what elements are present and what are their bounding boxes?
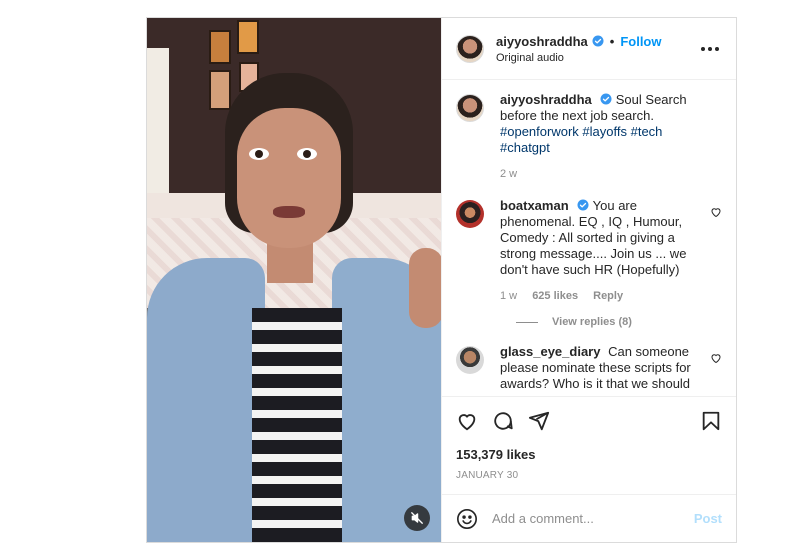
- save-bookmark-icon[interactable]: [700, 410, 722, 432]
- comment-username[interactable]: glass_eye_diary: [500, 344, 600, 359]
- action-icons: [456, 405, 722, 437]
- post-header: aiyyoshraddha • Follow Original audio: [442, 18, 736, 80]
- post-date[interactable]: JANUARY 30: [456, 470, 722, 481]
- comment-username[interactable]: boatxaman: [500, 198, 569, 213]
- view-replies-line: [516, 321, 538, 323]
- hashtag-link[interactable]: #layoffs: [582, 124, 627, 139]
- caption-author-avatar[interactable]: [456, 94, 484, 122]
- comment-body: glass_eye_diary Can someone please nomin…: [500, 344, 722, 392]
- comment-bubble-icon[interactable]: [492, 410, 514, 432]
- hashtag-link[interactable]: #tech: [631, 124, 663, 139]
- comment-body: boatxaman You are phenomenal. EQ , IQ , H…: [500, 198, 722, 304]
- header-text: aiyyoshraddha • Follow Original audio: [496, 34, 698, 64]
- verified-badge-icon: [592, 35, 604, 47]
- author-username[interactable]: aiyyoshraddha: [496, 34, 588, 49]
- post-video[interactable]: [147, 18, 441, 542]
- comment-meta: 1 w 625 likes Reply: [500, 288, 704, 304]
- verified-badge-icon: [577, 199, 589, 211]
- emoji-icon[interactable]: [456, 508, 478, 530]
- post-actions: 153,379 likes JANUARY 30: [442, 396, 736, 494]
- hashtag-link[interactable]: #openforwork: [500, 124, 579, 139]
- caption-meta: 2 w: [500, 166, 704, 182]
- comment-like-heart-icon[interactable]: [710, 352, 722, 364]
- person-face: [237, 108, 341, 248]
- add-comment-bar: Post: [442, 494, 736, 542]
- post-comment-button[interactable]: Post: [694, 511, 722, 526]
- like-heart-icon[interactable]: [456, 410, 478, 432]
- reply-button[interactable]: Reply: [593, 290, 623, 302]
- video-person: [147, 18, 441, 542]
- person-jacket: [147, 258, 265, 542]
- header-separator: •: [609, 33, 615, 49]
- comment-input[interactable]: [492, 511, 694, 526]
- caption-body: aiyyoshraddha Soul Search before the next…: [500, 92, 722, 182]
- follow-button[interactable]: Follow: [620, 34, 661, 49]
- likes-count[interactable]: 153,379 likes: [456, 447, 722, 462]
- share-send-icon[interactable]: [528, 410, 550, 432]
- more-options-icon[interactable]: [698, 46, 722, 52]
- instagram-post-modal: aiyyoshraddha • Follow Original audio ai…: [146, 17, 737, 543]
- post-side-panel: aiyyoshraddha • Follow Original audio ai…: [441, 18, 736, 542]
- person-mouth: [273, 206, 305, 218]
- comment-like-heart-icon[interactable]: [710, 206, 722, 218]
- verified-badge-icon: [600, 93, 612, 105]
- comments-list[interactable]: aiyyoshraddha Soul Search before the next…: [442, 80, 736, 396]
- view-replies-button[interactable]: View replies (8): [516, 316, 722, 328]
- comment-time[interactable]: 1 w: [500, 290, 517, 302]
- header-line: aiyyoshraddha • Follow: [496, 34, 698, 49]
- caption: aiyyoshraddha Soul Search before the next…: [456, 92, 722, 182]
- comment-likes[interactable]: 625 likes: [532, 290, 578, 302]
- author-avatar[interactable]: [456, 34, 484, 63]
- person-hand: [409, 248, 441, 328]
- caption-time[interactable]: 2 w: [500, 168, 517, 180]
- comment: glass_eye_diary Can someone please nomin…: [456, 344, 722, 392]
- person-eye: [297, 148, 317, 160]
- audio-label[interactable]: Original audio: [496, 52, 698, 64]
- commenter-avatar[interactable]: [456, 200, 484, 228]
- person-shirt: [252, 308, 342, 542]
- commenter-avatar[interactable]: [456, 346, 484, 374]
- view-replies-label: View replies (8): [552, 316, 632, 328]
- comment: boatxaman You are phenomenal. EQ , IQ , H…: [456, 198, 722, 304]
- hashtag-link[interactable]: #chatgpt: [500, 140, 550, 155]
- person-eye: [249, 148, 269, 160]
- caption-username[interactable]: aiyyoshraddha: [500, 92, 592, 107]
- audio-muted-icon[interactable]: [404, 505, 430, 531]
